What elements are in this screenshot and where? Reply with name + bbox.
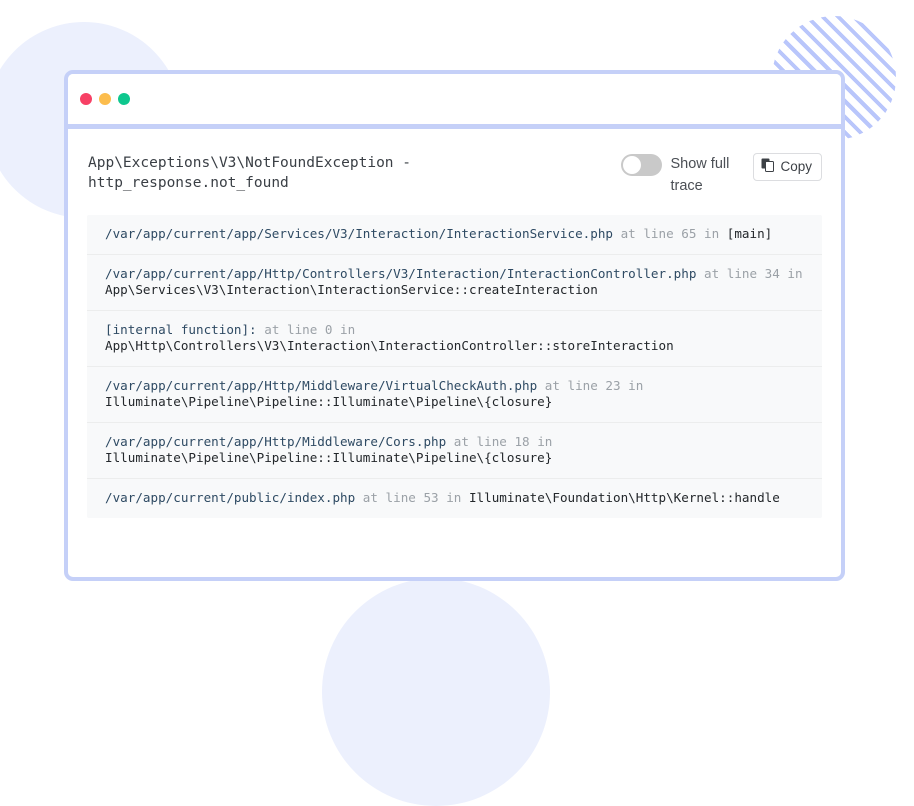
exception-header: App\Exceptions\V3\NotFoundException - ht… [87,151,822,199]
trace-file-path[interactable]: /var/app/current/public/index.php [105,490,355,505]
trace-row[interactable]: [internal function]: at line 0 in App\Ht… [87,311,822,367]
trace-function-name: App\Services\V3\Interaction\InteractionS… [105,282,598,297]
trace-row[interactable]: /var/app/current/app/Http/Middleware/Vir… [87,367,822,423]
header-controls: Show full trace Copy [621,151,822,197]
trace-function-name: Illuminate\Foundation\Http\Kernel::handl… [468,490,780,505]
trace-file-path[interactable]: /var/app/current/app/Http/Controllers/V3… [105,266,696,281]
show-full-trace-label: Show full trace [670,156,730,194]
show-full-trace-group: Show full trace [621,153,739,197]
exception-title: App\Exceptions\V3\NotFoundException - ht… [88,155,412,191]
trace-row[interactable]: /var/app/current/app/Http/Middleware/Cor… [87,423,822,479]
trace-line-info: at line 18 in [446,434,553,449]
copy-button[interactable]: Copy [753,153,822,181]
trace-line-info: at line 0 in [256,322,356,337]
window-titlebar [68,74,841,129]
trace-file-path[interactable]: [internal function]: [105,322,257,337]
trace-function-name: Illuminate\Pipeline\Pipeline::Illuminate… [105,394,553,409]
traffic-light-buttons [80,93,130,105]
stack-trace-list: /var/app/current/app/Services/V3/Interac… [87,215,822,518]
trace-file-path[interactable]: /var/app/current/app/Http/Middleware/Vir… [105,378,537,393]
copy-icon [761,158,775,176]
trace-line-info: at line 34 in [696,266,803,281]
browser-window: App\Exceptions\V3\NotFoundException - ht… [64,70,845,581]
window-content: App\Exceptions\V3\NotFoundException - ht… [68,129,841,572]
close-window-button[interactable] [80,93,92,105]
trace-line-info: at line 65 in [613,226,727,241]
decorative-circle-bottom [322,578,550,806]
trace-line-info: at line 53 in [355,490,469,505]
trace-function-name: [main] [726,226,773,241]
trace-row[interactable]: /var/app/current/app/Services/V3/Interac… [87,215,822,255]
trace-file-path[interactable]: /var/app/current/app/Services/V3/Interac… [105,226,613,241]
trace-function-name: App\Http\Controllers\V3\Interaction\Inte… [105,338,674,353]
trace-row[interactable]: /var/app/current/public/index.php at lin… [87,479,822,518]
trace-row[interactable]: /var/app/current/app/Http/Controllers/V3… [87,255,822,311]
trace-line-info: at line 23 in [537,378,644,393]
copy-button-label: Copy [780,159,812,174]
trace-file-path[interactable]: /var/app/current/app/Http/Middleware/Cor… [105,434,446,449]
toggle-knob [623,156,642,174]
minimize-window-button[interactable] [99,93,111,105]
maximize-window-button[interactable] [118,93,130,105]
show-full-trace-toggle[interactable] [621,154,663,176]
trace-function-name: Illuminate\Pipeline\Pipeline::Illuminate… [105,450,553,465]
